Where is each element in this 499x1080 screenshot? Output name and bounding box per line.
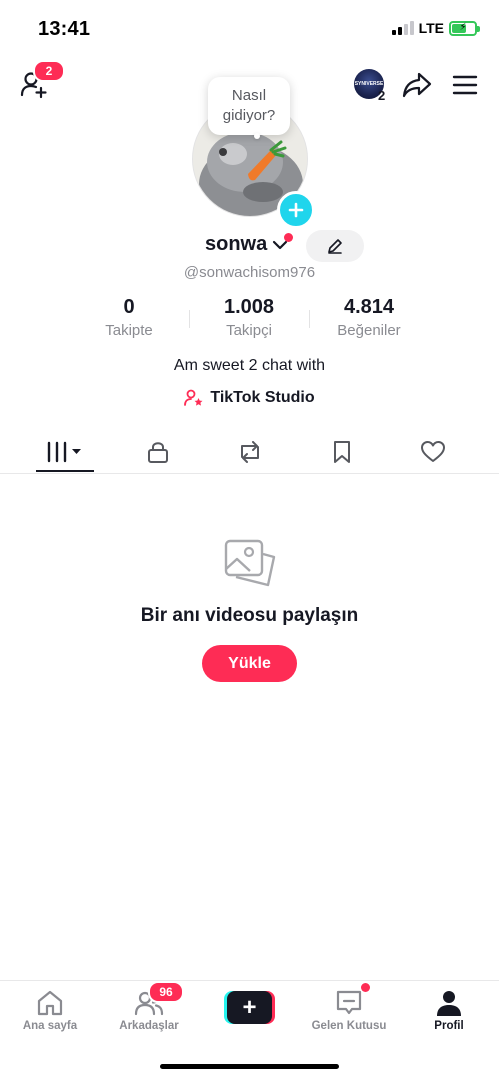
status-time: 13:41: [38, 18, 91, 40]
stat-label: Beğeniler: [337, 322, 401, 339]
inbox-dot: [361, 983, 370, 992]
username-row[interactable]: sonwa: [205, 233, 289, 256]
empty-state-title: Bir anı videosu paylaşın: [140, 605, 359, 626]
tab-private[interactable]: [130, 430, 186, 474]
tab-favorites[interactable]: [314, 430, 370, 474]
stat-followers[interactable]: 1.008 Takipçi: [189, 296, 309, 339]
bubble-tail: [254, 133, 260, 139]
home-indicator: [160, 1064, 339, 1069]
upload-button[interactable]: Yükle: [202, 645, 297, 682]
hamburger-icon: [452, 75, 478, 95]
nav-inbox[interactable]: Gelen Kutusu: [299, 989, 399, 1032]
bookmark-icon: [334, 441, 350, 463]
heart-icon: [421, 441, 445, 462]
add-story-button[interactable]: [277, 191, 315, 229]
status-indicators: LTE ⚡: [391, 20, 480, 36]
stat-label: Takipçi: [226, 322, 272, 339]
share-profile-button[interactable]: [400, 68, 434, 102]
stat-value: 1.008: [223, 296, 275, 318]
nav-profile-label: Profil: [434, 1020, 464, 1032]
profile-bio: Am sweet 2 chat with: [173, 357, 326, 374]
active-tab-indicator: [36, 470, 94, 472]
stat-following[interactable]: 0 Takipte: [69, 296, 189, 339]
nav-home-label: Ana sayfa: [22, 1020, 78, 1032]
pencil-icon: [328, 239, 342, 254]
bubble-line1: Nasıl: [231, 87, 267, 104]
bubble-line2: gidiyor?: [222, 107, 276, 124]
nav-profile[interactable]: Profil: [399, 989, 499, 1032]
nav-home[interactable]: Ana sayfa: [0, 989, 100, 1032]
battery-icon: ⚡: [449, 20, 480, 36]
home-icon: [37, 990, 63, 1016]
notification-dot: [284, 233, 293, 242]
account-count: 2: [378, 88, 386, 103]
stat-value: 0: [123, 296, 135, 318]
account-switcher[interactable]: SYNIVERSE 2: [354, 69, 385, 103]
tab-liked[interactable]: [405, 430, 461, 474]
create-plus-icon: +: [227, 991, 272, 1024]
grid-icon: [47, 441, 81, 463]
plus-icon: [288, 202, 304, 218]
stat-value: 4.814: [343, 296, 395, 318]
status-bubble[interactable]: Nasıl gidiyor?: [208, 77, 290, 135]
nav-inbox-label: Gelen Kutusu: [311, 1020, 387, 1032]
friend-requests-badge: 2: [33, 60, 65, 82]
lock-icon: [148, 442, 168, 463]
profile-icon: [437, 991, 461, 1016]
repost-icon: [241, 441, 259, 463]
nav-friends-label: Arkadaşlar: [119, 1020, 179, 1032]
inbox-icon: [336, 990, 362, 1015]
signal-icon: [391, 21, 414, 35]
creator-star-icon: [184, 389, 203, 406]
create-button[interactable]: +: [224, 991, 275, 1024]
profile-handle: @sonwachisom976: [183, 264, 316, 281]
studio-label: TikTok Studio: [210, 389, 315, 406]
network-label: LTE: [418, 20, 444, 36]
photos-icon: [222, 535, 278, 591]
share-icon: [402, 72, 432, 98]
menu-button[interactable]: [448, 68, 482, 102]
content-tabs: [0, 430, 499, 474]
tab-videos[interactable]: [36, 430, 94, 474]
tiktok-studio-link[interactable]: TikTok Studio: [0, 389, 499, 407]
stat-label: Takipte: [105, 322, 153, 339]
edit-profile-button[interactable]: [306, 230, 364, 262]
tab-reposts[interactable]: [222, 430, 278, 474]
friends-badge: 96: [148, 981, 184, 1003]
username: sonwa: [205, 233, 268, 255]
stat-likes[interactable]: 4.814 Beğeniler: [309, 296, 429, 339]
